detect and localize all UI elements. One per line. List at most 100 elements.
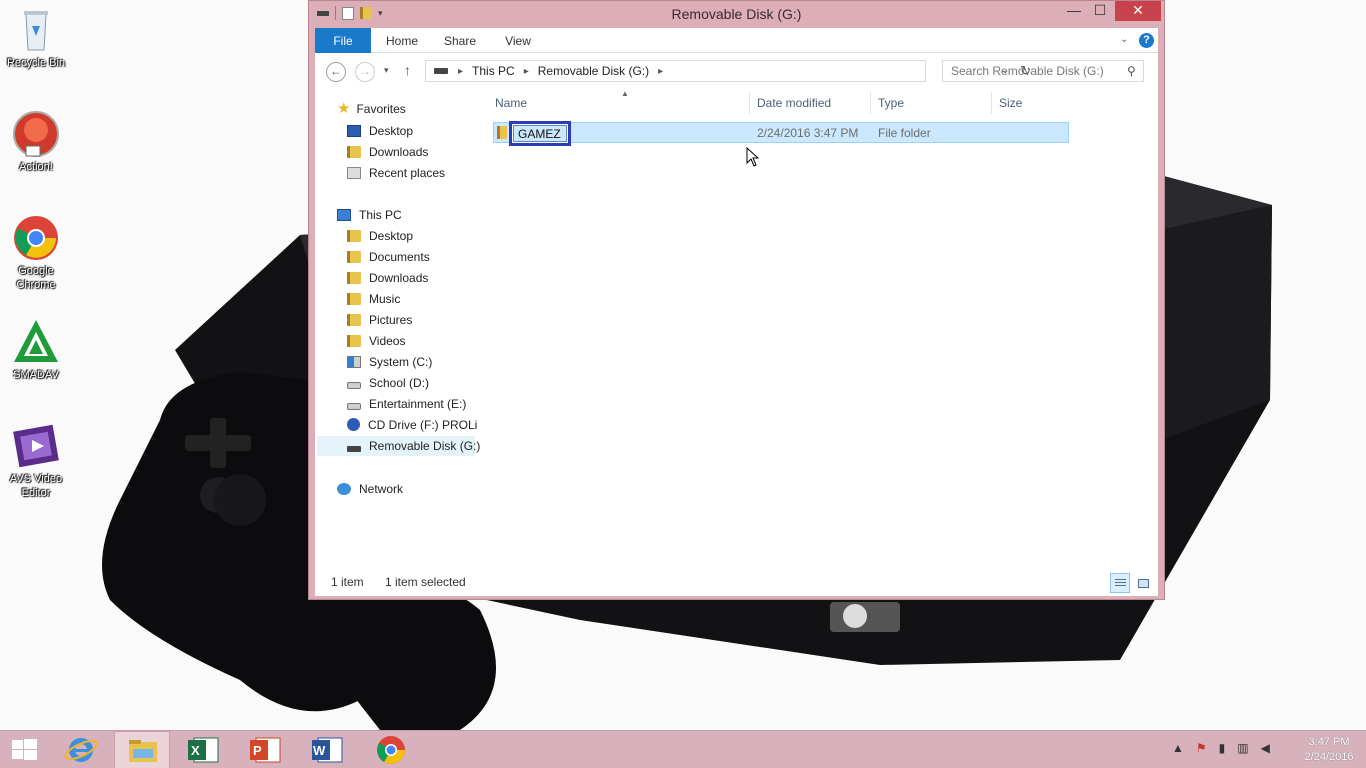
taskbar-internet-explorer[interactable] (54, 731, 110, 768)
action-icon (12, 110, 60, 158)
tab-view[interactable]: View (497, 28, 539, 53)
start-button[interactable] (0, 731, 56, 768)
star-icon: ★ (337, 100, 351, 117)
nav-label: Network (359, 482, 404, 496)
powerpoint-icon: P (250, 737, 281, 763)
up-arrow-icon[interactable]: ↑ (404, 62, 411, 78)
nav-label: Entertainment (E:) (369, 397, 467, 411)
nav-item-school-d[interactable]: School (D:) (347, 373, 429, 393)
desktop-icon-avs[interactable]: AVS Video Editor (4, 422, 68, 500)
nav-item-downloads-favorite[interactable]: Downloads (347, 142, 428, 162)
desktop-icon-recycle-bin[interactable]: Recycle Bin (4, 6, 68, 70)
show-hidden-icons-chevron-icon[interactable]: ▲ (1172, 741, 1184, 755)
breadcrumb-separator-icon[interactable]: ▸ (658, 66, 663, 77)
back-button[interactable]: ← (326, 62, 346, 82)
recent-places-icon (347, 167, 361, 179)
drive-icon (434, 68, 448, 74)
ribbon-tabs: File Home Share View ⌄ ? (315, 28, 1158, 53)
breadcrumb-removable-disk[interactable]: Removable Disk (G:) (538, 64, 649, 78)
tab-share[interactable]: Share (437, 28, 483, 53)
computer-icon (337, 209, 351, 221)
recycle-bin-icon (12, 6, 60, 54)
title-bar[interactable]: ▾ Removable Disk (G:) — ☐ ✕ (309, 1, 1164, 27)
recent-locations-chevron-icon[interactable]: ▾ (384, 65, 389, 76)
desktop-icon (347, 125, 361, 137)
details-view-button[interactable] (1110, 573, 1130, 593)
large-icons-view-button[interactable] (1133, 573, 1153, 593)
taskbar-excel[interactable]: X (176, 731, 232, 768)
downloads-folder-icon (347, 146, 361, 158)
nav-item-pictures[interactable]: Pictures (347, 310, 412, 330)
taskbar-word[interactable]: W (300, 731, 356, 768)
address-bar[interactable]: ▸ This PC ▸ Removable Disk (G:) ▸ ⌄ ↻ (425, 60, 1031, 82)
status-bar: 1 item 1 item selected (315, 573, 1158, 593)
taskbar-powerpoint[interactable]: P (238, 731, 294, 768)
desktop-icon-chrome[interactable]: Google Chrome (4, 214, 68, 292)
desktop-icon-action[interactable]: Action! (4, 110, 68, 174)
forward-button[interactable]: → (355, 62, 375, 82)
help-icon[interactable]: ? (1139, 33, 1154, 48)
nav-label: Desktop (369, 229, 414, 243)
file-explorer-icon (129, 740, 157, 762)
nav-item-desktop-favorite[interactable]: Desktop (347, 121, 413, 141)
folder-icon (347, 335, 361, 347)
nav-item-documents[interactable]: Documents (347, 247, 430, 267)
search-icon[interactable]: ⚲ (1127, 61, 1136, 81)
navigation-bar: ← → ▾ ↑ ▸ This PC ▸ Removable Disk (G:) … (315, 53, 1158, 89)
taskbar-google-chrome[interactable] (362, 731, 418, 768)
desktop-icon-smadav[interactable]: SMADAV (4, 318, 68, 382)
tab-file[interactable]: File (315, 28, 371, 53)
nav-item-downloads[interactable]: Downloads (347, 268, 428, 288)
expand-ribbon-chevron-icon[interactable]: ⌄ (1120, 34, 1128, 45)
column-header-size[interactable]: Size (999, 96, 1022, 110)
nav-item-music[interactable]: Music (347, 289, 400, 309)
action-center-flag-icon[interactable]: ⚑ (1196, 741, 1207, 755)
sort-ascending-icon: ▲ (621, 89, 629, 98)
breadcrumb-separator-icon[interactable]: ▸ (458, 66, 463, 77)
smadav-icon (12, 318, 60, 366)
nav-label: School (D:) (369, 376, 430, 390)
nav-label: Videos (369, 334, 406, 348)
internet-explorer-icon (64, 738, 98, 762)
nav-item-cd-drive-f[interactable]: CD Drive (F:) PROLiN (347, 415, 477, 435)
rename-input[interactable]: GAMEZ (513, 125, 567, 142)
nav-network[interactable]: Network (337, 479, 403, 499)
folder-icon (347, 272, 361, 284)
nav-item-system-c[interactable]: System (C:) (347, 352, 432, 372)
column-header-name[interactable]: Name (495, 96, 527, 110)
details-view-icon (1115, 579, 1126, 588)
breadcrumb-separator-icon[interactable]: ▸ (524, 66, 529, 77)
navigation-pane: ★ Favorites Desktop Downloads Recent plac… (315, 89, 480, 569)
column-divider[interactable] (749, 92, 750, 114)
column-divider[interactable] (870, 92, 871, 114)
column-header-date-modified[interactable]: Date modified (757, 96, 831, 110)
tab-home[interactable]: Home (379, 28, 425, 53)
column-divider[interactable] (991, 92, 992, 114)
svg-text:X: X (191, 743, 200, 758)
breadcrumb-this-pc[interactable]: This PC (472, 64, 515, 78)
close-button[interactable]: ✕ (1115, 1, 1161, 21)
nav-item-videos[interactable]: Videos (347, 331, 405, 351)
window-title: Removable Disk (G:) (671, 6, 802, 22)
column-header-type[interactable]: Type (878, 96, 904, 110)
system-drive-icon (347, 356, 361, 368)
nav-this-pc[interactable]: This PC (337, 205, 402, 225)
clock-time: 3:47 PM (1308, 736, 1350, 748)
nav-item-recent-places[interactable]: Recent places (347, 163, 445, 183)
nav-item-entertainment-e[interactable]: Entertainment (E:) (347, 394, 466, 414)
nav-item-desktop[interactable]: Desktop (347, 226, 413, 246)
nav-item-removable-disk-g[interactable]: Removable Disk (G:) (317, 436, 480, 456)
taskbar-file-explorer[interactable] (114, 731, 170, 768)
nav-favorites[interactable]: ★ Favorites (337, 99, 406, 119)
minimize-button[interactable]: — (1061, 1, 1087, 21)
table-row[interactable]: GAMEZ 2/24/2016 3:47 PM File folder (493, 121, 1069, 146)
taskbar-clock[interactable]: 3:47 PM 2/24/2016 (1296, 735, 1362, 765)
taskbar: X P W ▲ ⚑ ▮ ▥ ◀ 3:47 PM 2/24/2016 (0, 730, 1366, 768)
maximize-button[interactable]: ☐ (1087, 1, 1113, 21)
volume-icon[interactable]: ◀ (1261, 741, 1270, 755)
battery-icon[interactable]: ▮ (1219, 741, 1226, 755)
nav-label: Music (369, 292, 401, 306)
search-box[interactable]: Search Removable Disk (G:) ⚲ (942, 60, 1144, 82)
network-signal-icon[interactable]: ▥ (1237, 741, 1248, 755)
folder-icon (347, 293, 361, 305)
